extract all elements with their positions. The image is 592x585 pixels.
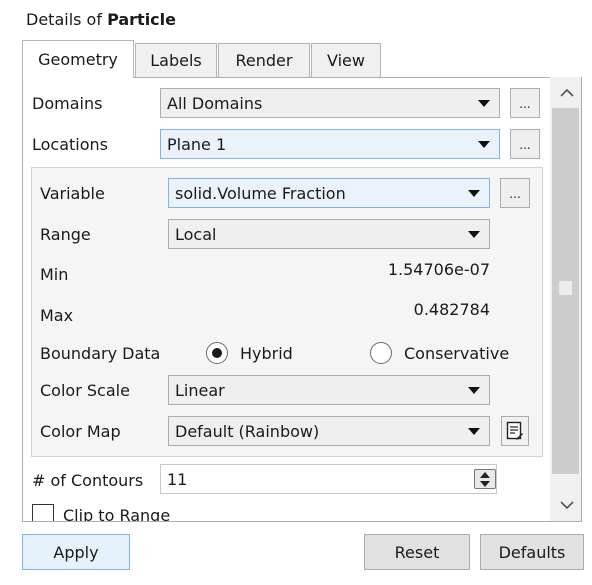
color-map-label: Color Map — [40, 422, 121, 441]
triangle-down-icon — [468, 428, 480, 435]
more-label: ... — [509, 187, 521, 201]
panel-title: Details of Particle — [26, 10, 176, 29]
triangle-down-icon — [468, 231, 480, 238]
color-map-select[interactable]: Default (Rainbow) — [168, 416, 490, 446]
more-label: ... — [519, 97, 531, 111]
color-scale-select[interactable]: Linear — [168, 375, 490, 405]
clip-to-range-checkbox[interactable] — [32, 504, 54, 521]
clip-to-range-label: Clip to Range — [63, 506, 171, 521]
triangle-down-icon — [478, 100, 490, 107]
tab-label: View — [327, 51, 365, 70]
edit-document-icon[interactable] — [501, 416, 529, 446]
triangle-down-icon — [468, 190, 480, 197]
boundary-data-label: Boundary Data — [40, 344, 161, 363]
locations-label: Locations — [32, 135, 109, 154]
tab-geometry[interactable]: Geometry — [22, 40, 134, 78]
range-value: Local — [175, 224, 217, 244]
max-label: Max — [40, 306, 74, 325]
tab-view[interactable]: View — [311, 43, 381, 77]
color-scale-value: Linear — [175, 380, 225, 400]
defaults-label: Defaults — [498, 542, 566, 562]
variable-select[interactable]: solid.Volume Fraction — [168, 178, 490, 208]
min-label: Min — [40, 265, 69, 284]
contours-label: # of Contours — [32, 471, 144, 490]
tab-label: Labels — [150, 51, 202, 70]
domains-more-button[interactable]: ... — [510, 88, 540, 118]
conservative-label: Conservative — [404, 344, 510, 363]
more-label: ... — [519, 138, 531, 152]
tab-labels[interactable]: Labels — [135, 43, 217, 77]
defaults-button[interactable]: Defaults — [480, 534, 584, 570]
hybrid-label: Hybrid — [240, 344, 293, 363]
radio-selected-dot — [212, 348, 222, 358]
reset-label: Reset — [394, 542, 440, 562]
panel-title-object: Particle — [107, 10, 176, 29]
chevron-down-icon[interactable] — [551, 490, 582, 520]
domains-label: Domains — [32, 94, 103, 113]
spin-updown-icon[interactable] — [474, 469, 496, 489]
locations-value: Plane 1 — [167, 134, 227, 154]
panel-title-prefix: Details of — [26, 10, 108, 29]
apply-button[interactable]: Apply — [22, 534, 130, 570]
max-value: 0.482784 — [413, 300, 490, 319]
variable-value: solid.Volume Fraction — [175, 183, 346, 203]
color-scale-label: Color Scale — [40, 381, 130, 400]
reset-button[interactable]: Reset — [364, 534, 470, 570]
min-value: 1.54706e-07 — [387, 260, 490, 279]
conservative-radio[interactable] — [370, 342, 392, 364]
chevron-up-icon[interactable] — [551, 78, 582, 108]
domains-value: All Domains — [167, 93, 263, 113]
tab-render[interactable]: Render — [218, 43, 310, 77]
contours-value: 11 — [167, 469, 188, 489]
spin-up-arrow[interactable] — [480, 472, 490, 478]
apply-label: Apply — [53, 542, 99, 562]
triangle-down-icon — [468, 387, 480, 394]
spin-down-arrow[interactable] — [480, 481, 490, 487]
scrollbar-thumb[interactable] — [559, 281, 572, 295]
domains-select[interactable]: All Domains — [160, 88, 500, 118]
variable-label: Variable — [40, 184, 105, 203]
hybrid-radio[interactable] — [206, 342, 228, 364]
range-select[interactable]: Local — [168, 219, 490, 249]
color-map-value: Default (Rainbow) — [175, 421, 320, 441]
clip-row: Clip to Range — [23, 500, 550, 521]
tab-label: Geometry — [38, 50, 118, 69]
range-label: Range — [40, 225, 91, 244]
triangle-down-icon — [478, 141, 490, 148]
variable-more-button[interactable]: ... — [500, 178, 530, 208]
locations-more-button[interactable]: ... — [510, 129, 540, 159]
locations-select[interactable]: Plane 1 — [160, 129, 500, 159]
contours-spinbox[interactable]: 11 — [160, 464, 497, 494]
tab-label: Render — [235, 51, 293, 70]
